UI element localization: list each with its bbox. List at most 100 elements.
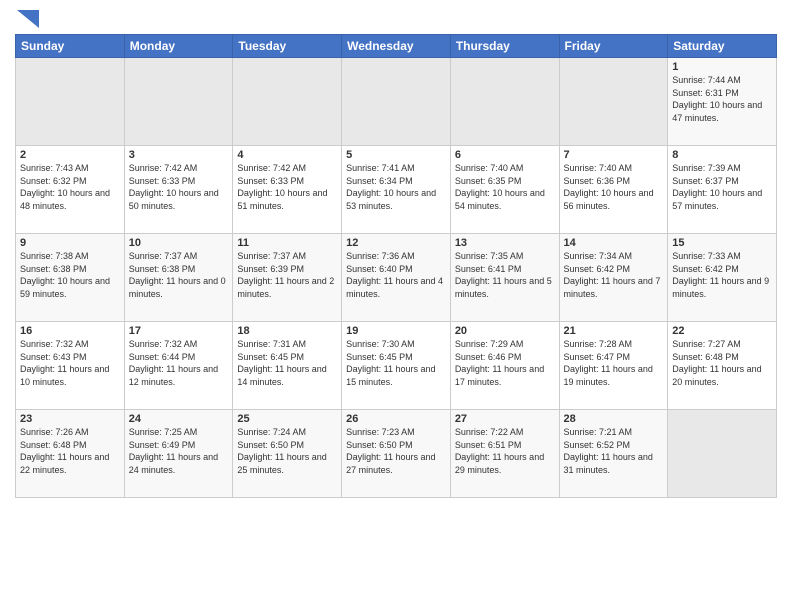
calendar-week-row: 2Sunrise: 7:43 AMSunset: 6:32 PMDaylight… [16, 146, 777, 234]
day-info: Sunrise: 7:30 AMSunset: 6:45 PMDaylight:… [346, 338, 446, 388]
day-number: 20 [455, 325, 555, 337]
day-number: 23 [20, 413, 120, 425]
day-number: 19 [346, 325, 446, 337]
day-number: 8 [672, 149, 772, 161]
day-info: Sunrise: 7:28 AMSunset: 6:47 PMDaylight:… [564, 338, 664, 388]
day-info: Sunrise: 7:22 AMSunset: 6:51 PMDaylight:… [455, 426, 555, 476]
logo [15, 10, 39, 28]
logo-arrow-icon [17, 10, 39, 28]
day-number: 13 [455, 237, 555, 249]
day-number: 17 [129, 325, 229, 337]
day-info: Sunrise: 7:23 AMSunset: 6:50 PMDaylight:… [346, 426, 446, 476]
calendar-cell [124, 58, 233, 146]
day-info: Sunrise: 7:33 AMSunset: 6:42 PMDaylight:… [672, 250, 772, 300]
calendar-cell: 23Sunrise: 7:26 AMSunset: 6:48 PMDayligh… [16, 410, 125, 498]
day-info: Sunrise: 7:32 AMSunset: 6:44 PMDaylight:… [129, 338, 229, 388]
calendar-cell: 13Sunrise: 7:35 AMSunset: 6:41 PMDayligh… [450, 234, 559, 322]
calendar-cell: 22Sunrise: 7:27 AMSunset: 6:48 PMDayligh… [668, 322, 777, 410]
day-info: Sunrise: 7:42 AMSunset: 6:33 PMDaylight:… [129, 162, 229, 212]
day-info: Sunrise: 7:41 AMSunset: 6:34 PMDaylight:… [346, 162, 446, 212]
weekday-header-wednesday: Wednesday [342, 35, 451, 58]
day-number: 24 [129, 413, 229, 425]
day-number: 22 [672, 325, 772, 337]
day-info: Sunrise: 7:21 AMSunset: 6:52 PMDaylight:… [564, 426, 664, 476]
day-number: 11 [237, 237, 337, 249]
day-info: Sunrise: 7:29 AMSunset: 6:46 PMDaylight:… [455, 338, 555, 388]
day-number: 18 [237, 325, 337, 337]
day-number: 15 [672, 237, 772, 249]
day-number: 16 [20, 325, 120, 337]
calendar-week-row: 23Sunrise: 7:26 AMSunset: 6:48 PMDayligh… [16, 410, 777, 498]
day-number: 7 [564, 149, 664, 161]
calendar-cell [450, 58, 559, 146]
calendar-cell: 15Sunrise: 7:33 AMSunset: 6:42 PMDayligh… [668, 234, 777, 322]
day-number: 3 [129, 149, 229, 161]
day-info: Sunrise: 7:44 AMSunset: 6:31 PMDaylight:… [672, 74, 772, 124]
day-info: Sunrise: 7:43 AMSunset: 6:32 PMDaylight:… [20, 162, 120, 212]
day-number: 27 [455, 413, 555, 425]
calendar-week-row: 9Sunrise: 7:38 AMSunset: 6:38 PMDaylight… [16, 234, 777, 322]
calendar-cell: 24Sunrise: 7:25 AMSunset: 6:49 PMDayligh… [124, 410, 233, 498]
calendar-cell: 17Sunrise: 7:32 AMSunset: 6:44 PMDayligh… [124, 322, 233, 410]
calendar-cell: 25Sunrise: 7:24 AMSunset: 6:50 PMDayligh… [233, 410, 342, 498]
calendar-cell: 14Sunrise: 7:34 AMSunset: 6:42 PMDayligh… [559, 234, 668, 322]
calendar-cell: 3Sunrise: 7:42 AMSunset: 6:33 PMDaylight… [124, 146, 233, 234]
day-info: Sunrise: 7:24 AMSunset: 6:50 PMDaylight:… [237, 426, 337, 476]
day-info: Sunrise: 7:34 AMSunset: 6:42 PMDaylight:… [564, 250, 664, 300]
calendar-cell: 19Sunrise: 7:30 AMSunset: 6:45 PMDayligh… [342, 322, 451, 410]
calendar-week-row: 1Sunrise: 7:44 AMSunset: 6:31 PMDaylight… [16, 58, 777, 146]
weekday-header-monday: Monday [124, 35, 233, 58]
page-container: SundayMondayTuesdayWednesdayThursdayFrid… [0, 0, 792, 503]
header [15, 10, 777, 28]
day-info: Sunrise: 7:37 AMSunset: 6:38 PMDaylight:… [129, 250, 229, 300]
calendar-cell: 12Sunrise: 7:36 AMSunset: 6:40 PMDayligh… [342, 234, 451, 322]
day-info: Sunrise: 7:27 AMSunset: 6:48 PMDaylight:… [672, 338, 772, 388]
calendar-cell [16, 58, 125, 146]
day-info: Sunrise: 7:42 AMSunset: 6:33 PMDaylight:… [237, 162, 337, 212]
weekday-header-thursday: Thursday [450, 35, 559, 58]
calendar-cell [668, 410, 777, 498]
calendar-cell: 5Sunrise: 7:41 AMSunset: 6:34 PMDaylight… [342, 146, 451, 234]
weekday-header-sunday: Sunday [16, 35, 125, 58]
calendar-cell: 20Sunrise: 7:29 AMSunset: 6:46 PMDayligh… [450, 322, 559, 410]
day-info: Sunrise: 7:40 AMSunset: 6:35 PMDaylight:… [455, 162, 555, 212]
calendar-cell: 6Sunrise: 7:40 AMSunset: 6:35 PMDaylight… [450, 146, 559, 234]
calendar-cell: 26Sunrise: 7:23 AMSunset: 6:50 PMDayligh… [342, 410, 451, 498]
calendar-cell [559, 58, 668, 146]
day-number: 21 [564, 325, 664, 337]
calendar-table: SundayMondayTuesdayWednesdayThursdayFrid… [15, 34, 777, 498]
day-info: Sunrise: 7:37 AMSunset: 6:39 PMDaylight:… [237, 250, 337, 300]
day-info: Sunrise: 7:25 AMSunset: 6:49 PMDaylight:… [129, 426, 229, 476]
day-info: Sunrise: 7:38 AMSunset: 6:38 PMDaylight:… [20, 250, 120, 300]
day-number: 28 [564, 413, 664, 425]
calendar-cell: 21Sunrise: 7:28 AMSunset: 6:47 PMDayligh… [559, 322, 668, 410]
day-info: Sunrise: 7:31 AMSunset: 6:45 PMDaylight:… [237, 338, 337, 388]
day-number: 25 [237, 413, 337, 425]
day-number: 1 [672, 61, 772, 73]
day-info: Sunrise: 7:40 AMSunset: 6:36 PMDaylight:… [564, 162, 664, 212]
weekday-header-saturday: Saturday [668, 35, 777, 58]
calendar-cell: 4Sunrise: 7:42 AMSunset: 6:33 PMDaylight… [233, 146, 342, 234]
day-number: 2 [20, 149, 120, 161]
calendar-cell: 7Sunrise: 7:40 AMSunset: 6:36 PMDaylight… [559, 146, 668, 234]
calendar-cell: 8Sunrise: 7:39 AMSunset: 6:37 PMDaylight… [668, 146, 777, 234]
day-info: Sunrise: 7:35 AMSunset: 6:41 PMDaylight:… [455, 250, 555, 300]
calendar-cell: 2Sunrise: 7:43 AMSunset: 6:32 PMDaylight… [16, 146, 125, 234]
calendar-cell: 28Sunrise: 7:21 AMSunset: 6:52 PMDayligh… [559, 410, 668, 498]
day-info: Sunrise: 7:26 AMSunset: 6:48 PMDaylight:… [20, 426, 120, 476]
day-number: 9 [20, 237, 120, 249]
day-number: 14 [564, 237, 664, 249]
day-number: 12 [346, 237, 446, 249]
calendar-header-row: SundayMondayTuesdayWednesdayThursdayFrid… [16, 35, 777, 58]
day-number: 4 [237, 149, 337, 161]
calendar-cell: 11Sunrise: 7:37 AMSunset: 6:39 PMDayligh… [233, 234, 342, 322]
day-number: 26 [346, 413, 446, 425]
calendar-cell: 16Sunrise: 7:32 AMSunset: 6:43 PMDayligh… [16, 322, 125, 410]
calendar-cell: 1Sunrise: 7:44 AMSunset: 6:31 PMDaylight… [668, 58, 777, 146]
calendar-cell: 18Sunrise: 7:31 AMSunset: 6:45 PMDayligh… [233, 322, 342, 410]
day-number: 5 [346, 149, 446, 161]
calendar-cell: 27Sunrise: 7:22 AMSunset: 6:51 PMDayligh… [450, 410, 559, 498]
weekday-header-friday: Friday [559, 35, 668, 58]
day-info: Sunrise: 7:39 AMSunset: 6:37 PMDaylight:… [672, 162, 772, 212]
day-number: 10 [129, 237, 229, 249]
